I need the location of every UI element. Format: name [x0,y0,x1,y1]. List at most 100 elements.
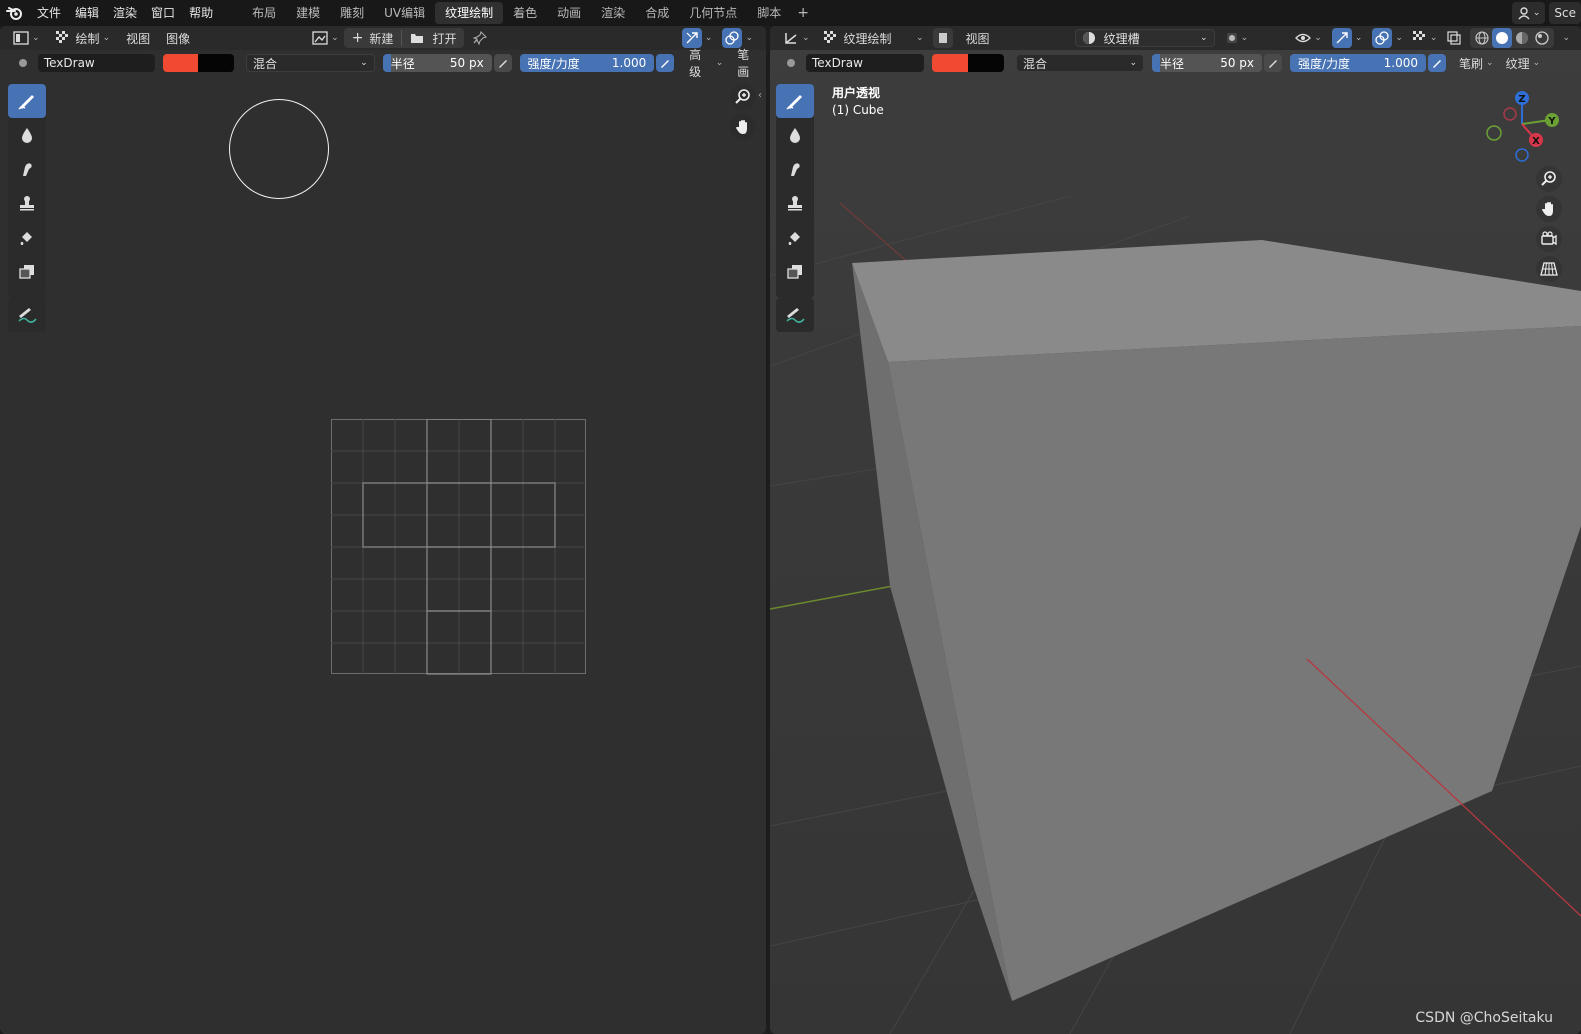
radius-pressure-toggle[interactable] [493,54,512,72]
brush-icon-button-3d[interactable] [780,53,804,73]
menu-window[interactable]: 窗口 [144,0,182,26]
texture-slot-dropdown[interactable]: 纹理槽 ⌄ [1074,29,1215,47]
overlay-icon [1372,28,1393,48]
draw-tool[interactable] [8,84,46,118]
annotate-tool-3d[interactable] [776,298,814,332]
tab-geometry-nodes[interactable]: 几何节点 [679,2,747,24]
texture-paint-mode-dropdown[interactable]: 纹理绘制 ⌄ [819,28,929,48]
draw-tool-3d[interactable] [776,84,814,118]
clone-tool-3d[interactable] [776,186,814,220]
strength-pressure-toggle[interactable] [656,54,675,72]
menu-render[interactable]: 渲染 [106,0,144,26]
secondary-color[interactable] [198,54,234,72]
material-shading-icon[interactable] [1512,28,1532,48]
editor-type-button[interactable]: ⌄ [8,28,45,48]
menu-view-3d[interactable]: 视图 [961,28,995,48]
ortho-toggle-button[interactable] [1536,256,1562,282]
advanced-dropdown[interactable]: 高级 ⌄ [684,48,728,79]
pan-button-3d[interactable] [1536,196,1562,222]
tab-scripting[interactable]: 脚本 [747,2,791,24]
blender-logo-icon[interactable] [0,0,30,26]
brush-name-field[interactable]: TexDraw [37,54,155,72]
hand-icon [736,120,747,134]
tab-animation[interactable]: 动画 [547,2,591,24]
stroke-dropdown[interactable]: 笔画 [732,48,766,79]
tab-rendering[interactable]: 渲染 [591,2,635,24]
editor-type-button-3d[interactable]: ⌄ [778,28,815,48]
gizmo-toggle-3d[interactable]: ⌄ [1327,28,1368,48]
tab-uv-editing[interactable]: UV编辑 [374,2,435,24]
color-swatch[interactable] [162,54,234,72]
primary-color[interactable] [932,54,968,72]
brush-label: 笔刷 [1459,56,1484,71]
solid-shading-icon[interactable] [1492,28,1513,48]
overlay-toggle-button[interactable]: ⌄ [717,28,758,48]
mask-tool[interactable] [8,254,46,288]
open-image-button[interactable]: 打开 [402,28,464,48]
texture-paint-mode-label: 纹理绘制 [843,31,892,46]
menu-help[interactable]: 帮助 [182,0,220,26]
sidebar-toggle-icon[interactable]: ‹ [758,90,762,101]
clone-tool[interactable] [8,186,46,220]
new-image-button[interactable]: + 新建 [344,28,402,48]
pan-button[interactable] [730,114,756,140]
gizmo-toggle-button[interactable]: ⌄ [677,28,718,48]
tab-modeling[interactable]: 建模 [286,2,330,24]
mask-tool-3d[interactable] [776,254,814,288]
color-swatch-3d[interactable] [932,54,1004,72]
menu-edit[interactable]: 编辑 [68,0,106,26]
wireframe-shading-icon[interactable] [1472,28,1492,48]
strength-pressure-toggle-3d[interactable] [1428,54,1446,72]
tab-layout[interactable]: 布局 [242,2,286,24]
tab-compositing[interactable]: 合成 [635,2,679,24]
image-editor-header: ⌄ 绘制 ⌄ 视图 图像 ⌄ + 新建 打开 ⌄ ⌄ [0,26,766,50]
paint-mode-label: 绘制 [75,31,100,46]
texture-dropdown[interactable]: 纹理 ⌄ [1501,53,1546,73]
left-toolbar [8,84,46,298]
radius-pressure-toggle-3d[interactable] [1264,54,1282,72]
paint-mode-dropdown[interactable]: 绘制 ⌄ [51,28,116,48]
tab-shading[interactable]: 着色 [503,2,547,24]
tab-sculpting[interactable]: 雕刻 [330,2,374,24]
menu-file[interactable]: 文件 [30,0,68,26]
menu-image[interactable]: 图像 [161,28,195,48]
pin-button[interactable] [468,28,492,48]
radius-value: 50 px [1220,56,1254,70]
slot-color-button[interactable]: ⌄ [1221,28,1254,48]
fill-tool-3d[interactable] [776,220,814,254]
scene-type-button[interactable]: ⌄ [1511,2,1546,24]
smear-tool-3d[interactable] [776,152,814,186]
primary-color[interactable] [162,54,199,72]
strength-slider[interactable]: 强度/力度 1.000 [519,54,655,72]
radius-slider[interactable]: 半径 50 px [382,54,492,72]
blend-mode-dropdown[interactable]: 混合 ⌄ [245,54,375,72]
camera-view-button[interactable] [1536,226,1562,252]
smear-tool[interactable] [8,152,46,186]
soften-tool[interactable] [8,118,46,152]
scene-name-field[interactable]: Sce [1549,2,1581,24]
annotate-tool[interactable] [8,298,46,332]
navigation-gizmo[interactable]: Z Y X [1480,84,1560,164]
zoom-button-3d[interactable] [1536,166,1562,192]
blend-mode-dropdown-3d[interactable]: 混合 ⌄ [1016,54,1144,72]
image-browse-button[interactable]: ⌄ [307,28,344,48]
tab-texture-paint[interactable]: 纹理绘制 [435,2,504,24]
brush-name-field-3d[interactable]: TexDraw [806,54,924,72]
brush-dropdown[interactable]: 笔刷 ⌄ [1454,53,1499,73]
brush-icon-button[interactable] [12,53,36,73]
fill-tool[interactable] [8,220,46,254]
strength-slider-3d[interactable]: 强度/力度 1.000 [1290,54,1426,72]
soften-tool-3d[interactable] [776,118,814,152]
paint-overlay-button[interactable]: ⌄ [1408,28,1443,48]
radius-slider-3d[interactable]: 半径 50 px [1152,54,1262,72]
shading-options-button[interactable]: ⌄ [1554,28,1575,48]
secondary-color[interactable] [968,54,1004,72]
paint-mask-toggle[interactable] [932,28,953,48]
xray-toggle[interactable] [1442,28,1466,48]
overlay-toggle-3d[interactable]: ⌄ [1367,28,1408,48]
menu-view[interactable]: 视图 [121,28,155,48]
add-workspace-button[interactable]: + [791,5,815,21]
visibility-button[interactable]: ⌄ [1290,28,1327,48]
zoom-button[interactable] [730,84,756,110]
rendered-shading-icon[interactable] [1532,28,1552,48]
